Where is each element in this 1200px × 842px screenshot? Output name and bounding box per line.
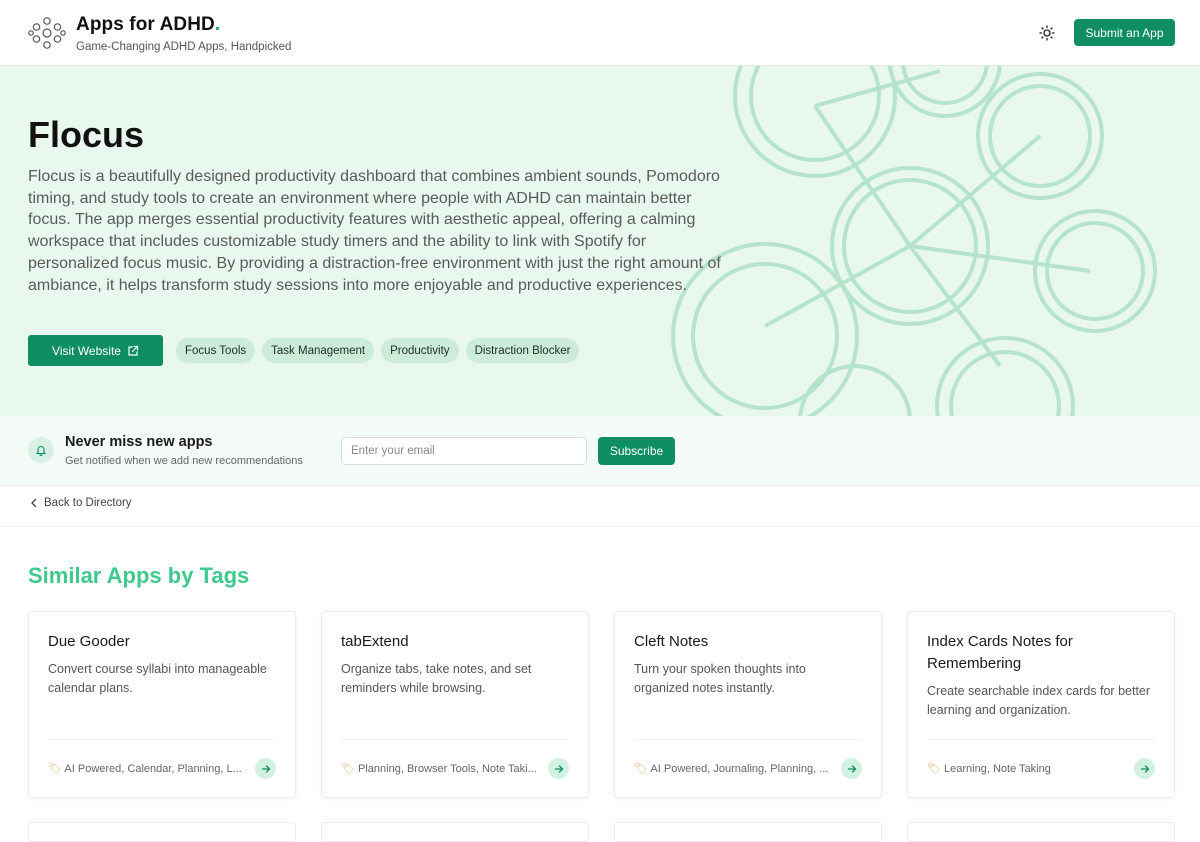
app-card-partial[interactable] [614,822,882,842]
card-tags: 🏷︎ AI Powered, Calendar, Planning, L... [48,763,242,775]
visit-website-label: Visit Website [52,343,121,358]
card-title: tabExtend [341,633,409,650]
theme-toggle-button[interactable] [1036,22,1058,44]
app-card-due-gooder[interactable]: Due Gooder Convert course syllabi into m… [28,611,296,798]
card-tags: 🏷︎ AI Powered, Journaling, Planning, ... [634,763,829,775]
sun-icon [1039,25,1055,41]
subscribe-button[interactable]: Subscribe [598,437,675,465]
card-tags: 🏷︎ Learning, Note Taking [927,763,1051,775]
arrow-right-icon[interactable] [1134,758,1155,779]
chevron-left-icon [31,498,37,508]
card-divider [48,739,276,740]
external-link-icon [128,345,139,356]
back-to-directory-link[interactable]: Back to Directory [30,497,132,509]
app-tags: Focus Tools Task Management Productivity… [176,338,580,363]
card-divider [927,739,1155,740]
app-card-index-cards[interactable]: Index Cards Notes for Remembering Create… [907,611,1175,798]
card-description: Create searchable index cards for better… [927,684,1151,717]
card-description: Organize tabs, take notes, and set remin… [341,662,532,695]
card-title: Cleft Notes [634,633,709,650]
brand[interactable]: Apps for ADHD. Game-Changing ADHD Apps, … [76,14,291,53]
email-input[interactable] [341,437,587,465]
arrow-right-icon[interactable] [255,758,276,779]
app-card-partial[interactable] [907,822,1175,842]
card-tags: 🏷︎ Planning, Browser Tools, Note Taki... [341,763,537,775]
tag-productivity[interactable]: Productivity [381,338,459,363]
divider [0,526,1200,527]
logo-icon[interactable] [28,14,66,52]
bell-icon [28,437,54,463]
newsletter-bar: Never miss new apps Get notified when we… [0,416,1200,486]
card-title: Index Cards Notes for Remembering [927,633,1073,672]
tag-task-management[interactable]: Task Management [262,338,375,363]
tag-distraction-blocker[interactable]: Distraction Blocker [465,338,580,363]
card-divider [341,739,569,740]
tag-focus-tools[interactable]: Focus Tools [176,338,256,363]
arrow-right-icon[interactable] [841,758,862,779]
app-description: Flocus is a beautifully designed product… [28,168,721,294]
back-label: Back to Directory [44,497,132,509]
app-card-partial[interactable] [321,822,589,842]
hero-section: Flocus Flocus is a beautifully designed … [0,66,1200,416]
tag-icon: 🏷︎ [634,763,651,775]
card-description: Convert course syllabi into manageable c… [48,662,267,695]
submit-app-button[interactable]: Submit an App [1074,19,1175,46]
arrow-right-icon[interactable] [548,758,569,779]
newsletter-subtitle: Get notified when we add new recommendat… [65,455,303,467]
app-card-cleft-notes[interactable]: Cleft Notes Turn your spoken thoughts in… [614,611,882,798]
tag-icon: 🏷︎ [48,763,65,775]
brand-subtitle: Game-Changing ADHD Apps, Handpicked [76,41,292,53]
app-card-partial[interactable] [28,822,296,842]
app-title: Flocus [28,114,145,155]
tag-icon: 🏷︎ [927,763,945,775]
card-title: Due Gooder [48,633,130,650]
brand-title: Apps for ADHD. [76,14,221,35]
card-description: Turn your spoken thoughts into organized… [634,662,806,695]
visit-website-button[interactable]: Visit Website [28,335,163,366]
site-header: Apps for ADHD. Game-Changing ADHD Apps, … [0,0,1200,66]
card-divider [634,739,862,740]
newsletter-title: Never miss new apps [65,434,213,450]
similar-apps-title: Similar Apps by Tags [28,563,250,588]
tag-icon: 🏷︎ [341,763,359,775]
app-card-tabextend[interactable]: tabExtend Organize tabs, take notes, and… [321,611,589,798]
